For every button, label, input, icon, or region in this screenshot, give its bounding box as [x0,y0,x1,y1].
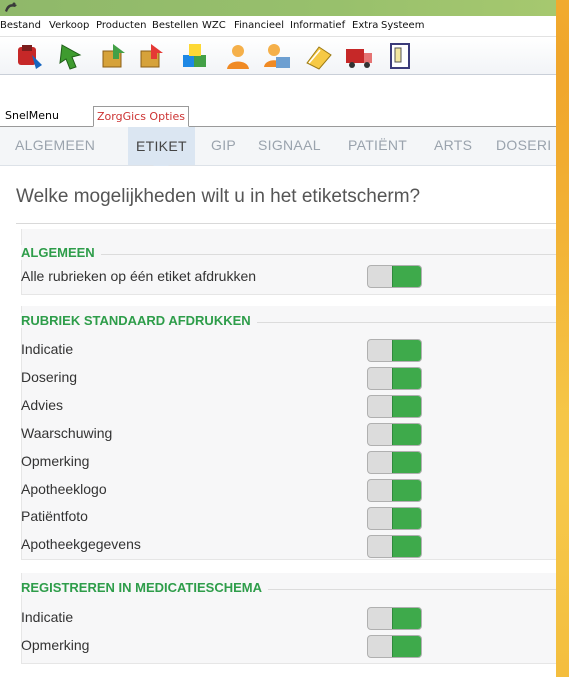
toggle-apotheekgegevens[interactable] [367,535,422,558]
blocks-icon[interactable] [180,41,210,71]
category-tabs: ALGEMEEN ETIKET GIP SIGNAAL PATIËNT ARTS… [0,127,556,173]
toggle-alle-rubrieken[interactable] [367,265,422,288]
menu-producten[interactable]: Producten [96,20,146,31]
toggle-advies[interactable] [367,395,422,418]
toggle-knob [392,636,421,657]
toggle-knob [392,396,421,417]
door-icon[interactable] [385,41,415,71]
toggle-knob [392,608,421,629]
section-title-algemeen: ALGEMEEN [21,245,101,260]
row-label-apotheekgegevens: Apotheekgegevens [21,536,141,552]
toggle-reg-indicatie[interactable] [367,607,422,630]
row-label-waarschuwing: Waarschuwing [21,425,113,441]
toggle-knob [392,480,421,501]
toggle-reg-opmerking[interactable] [367,635,422,658]
menu-systeem[interactable]: Systeem [381,20,424,31]
toggle-indicatie[interactable] [367,339,422,362]
row-label-opmerking: Opmerking [21,453,90,469]
tab-gip[interactable]: GIP [211,137,236,153]
toolbar [0,37,556,75]
red-box-icon[interactable] [137,41,167,71]
toggle-opmerking[interactable] [367,451,422,474]
tab-arts[interactable]: ARTS [434,137,472,153]
menu-wzc[interactable]: WZC [202,20,226,31]
tab-zorggics-opties[interactable]: ZorgGics Opties [93,106,189,127]
user-orange-icon[interactable] [223,41,253,71]
row-label-reg-opmerking: Opmerking [21,637,90,653]
toggle-knob [392,508,421,529]
menu-informatief[interactable]: Informatief [290,20,345,31]
menu-verkoop[interactable]: Verkoop [49,20,89,31]
menu-extra[interactable]: Extra [352,20,378,31]
green-box-icon[interactable] [99,41,129,71]
row-label-indicatie: Indicatie [21,341,74,357]
title-bar [0,0,556,16]
divider [16,223,556,224]
page-question: Welke mogelijkheden wilt u in het etiket… [16,186,421,207]
tab-etiket-label: ETIKET [136,138,187,154]
truck-icon[interactable] [344,41,374,71]
toggle-knob [392,452,421,473]
menu-bar: Bestand Verkoop Producten Bestellen WZC … [0,16,556,37]
row-label-reg-indicatie: Indicatie [21,609,74,625]
tab-algemeen[interactable]: ALGEMEEN [15,137,95,153]
toggle-knob [392,340,421,361]
green-arrow-icon[interactable] [56,41,86,71]
section-title-registreren: REGISTREREN IN MEDICATIESCHEMA [21,580,268,595]
tab-dosering[interactable]: DOSERI [496,137,551,153]
toggle-patientfoto[interactable] [367,507,422,530]
toggle-apotheeklogo[interactable] [367,479,422,502]
section-title-rubriek: RUBRIEK STANDAARD AFDRUKKEN [21,313,257,328]
row-label-apotheeklogo: Apotheeklogo [21,481,107,497]
toggle-waarschuwing[interactable] [367,423,422,446]
app-logo-icon [3,1,19,14]
toggle-knob [392,266,421,287]
menu-bestand[interactable]: Bestand [0,20,41,31]
user-folder-icon[interactable] [262,41,292,71]
menu-financieel[interactable]: Financieel [234,20,284,31]
tab-patient[interactable]: PATIËNT [348,137,407,153]
menu-bestellen[interactable]: Bestellen [152,20,198,31]
toggle-knob [392,424,421,445]
section-divider [21,254,556,255]
section-panel-algemeen [21,229,556,295]
settings-content: Welke mogelijkheden wilt u in het etiket… [0,166,556,677]
toggle-knob [392,368,421,389]
toggle-knob [392,536,421,557]
row-label-alle-rubrieken: Alle rubrieken op één etiket afdrukken [21,268,257,284]
row-label-advies: Advies [21,397,64,413]
tab-snelmenu[interactable]: SnelMenu [2,106,62,125]
book-icon[interactable] [303,41,333,71]
tab-etiket[interactable]: ETIKET [128,127,195,173]
toggle-dosering[interactable] [367,367,422,390]
app-window: Bestand Verkoop Producten Bestellen WZC … [0,0,556,677]
row-label-dosering: Dosering [21,369,78,385]
row-label-patientfoto: Patiëntfoto [21,508,88,524]
medicine-icon[interactable] [14,41,44,71]
tab-signaal[interactable]: SIGNAAL [258,137,321,153]
quick-tabs: SnelMenu ZorgGics Opties [0,106,556,127]
